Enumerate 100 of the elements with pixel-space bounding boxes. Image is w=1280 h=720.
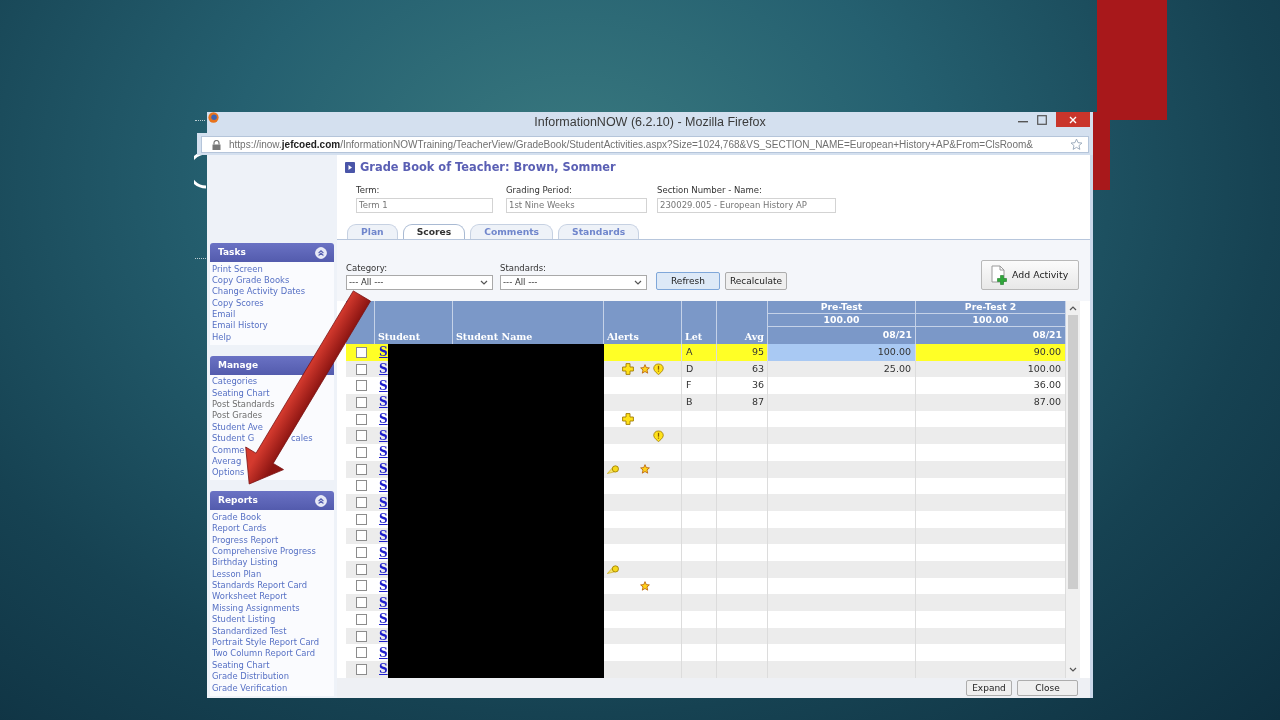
row-checkbox[interactable]	[356, 363, 367, 375]
row-checkbox[interactable]	[356, 430, 367, 442]
sidebar-link[interactable]: Print Screen	[212, 263, 263, 274]
sidebar-link[interactable]: Copy Scores	[212, 297, 264, 308]
sidebar-link[interactable]: Missing Assignments	[212, 602, 300, 613]
row-checkbox[interactable]	[356, 346, 367, 358]
sidebar-link[interactable]: Grade Verification	[212, 682, 288, 693]
student-link[interactable]: S	[379, 528, 388, 543]
scroll-down-icon[interactable]	[1069, 667, 1077, 672]
sidebar-link[interactable]: Averag	[212, 455, 242, 466]
student-link[interactable]: S	[379, 578, 388, 593]
table-row[interactable]: B 87 87.00	[604, 394, 1066, 411]
table-row[interactable]: S	[346, 344, 388, 361]
maximize-icon[interactable]	[1037, 115, 1047, 125]
sidebar-link[interactable]: Report Cards	[212, 523, 267, 534]
collapse-icon[interactable]	[315, 246, 327, 259]
sidebar-link[interactable]: Standards Report Card	[212, 580, 308, 591]
student-link[interactable]: S	[379, 362, 388, 377]
scrollbar-thumb[interactable]	[1068, 315, 1078, 589]
bookmark-star-icon[interactable]	[1070, 138, 1083, 151]
sidebar-link[interactable]: Portrait Style Report Card	[212, 637, 320, 648]
sidebar-link[interactable]: Change Activity Dates	[212, 286, 306, 297]
row-checkbox[interactable]	[356, 446, 367, 458]
student-link[interactable]: S	[379, 495, 388, 510]
sidebar-link[interactable]: Grade Book	[212, 511, 262, 522]
table-row[interactable]: S	[346, 427, 388, 445]
sidebar-link[interactable]: Birthday Listing	[212, 557, 278, 568]
sidebar-link[interactable]: Two Column Report Card	[212, 648, 316, 659]
scroll-up-icon[interactable]	[1069, 306, 1077, 311]
row-checkbox[interactable]	[356, 580, 367, 592]
dropdown[interactable]: --- All ---	[346, 275, 493, 290]
add-activity-button[interactable]: Add Activity	[981, 260, 1079, 290]
student-link[interactable]: S	[379, 478, 388, 493]
sidebar-link[interactable]: Copy Grade Books	[212, 274, 290, 285]
student-link[interactable]: S	[379, 595, 388, 610]
student-link[interactable]: S	[379, 545, 388, 560]
student-link[interactable]: S	[379, 428, 388, 443]
student-link[interactable]: S	[379, 412, 388, 427]
scrollbar[interactable]	[1066, 301, 1080, 678]
button[interactable]: Close	[1017, 680, 1078, 696]
row-checkbox[interactable]	[356, 480, 367, 492]
sidebar-link[interactable]: Standardized Test	[212, 625, 287, 636]
student-link[interactable]: S	[379, 629, 388, 644]
row-checkbox[interactable]	[356, 647, 367, 659]
tab[interactable]: Scores	[402, 224, 466, 239]
row-checkbox[interactable]	[356, 663, 367, 675]
button[interactable]: Refresh	[656, 272, 720, 290]
sidebar-link[interactable]: cales	[291, 433, 313, 445]
row-checkbox[interactable]	[356, 513, 367, 525]
panel-toggle-icon[interactable]	[345, 162, 355, 173]
read-only-field[interactable]: Term 1	[356, 198, 493, 213]
student-link[interactable]: S	[379, 345, 388, 360]
row-checkbox[interactable]	[356, 530, 367, 542]
table-row[interactable]: S	[346, 394, 388, 411]
student-link[interactable]: S	[379, 612, 388, 627]
student-link[interactable]: S	[379, 445, 388, 460]
row-checkbox[interactable]	[356, 613, 367, 625]
student-link[interactable]: S	[379, 395, 388, 410]
sidebar-link[interactable]: Student G	[212, 433, 255, 444]
score-cell[interactable]: 100.00	[768, 344, 916, 361]
read-only-field[interactable]: 1st Nine Weeks	[506, 198, 647, 213]
address-bar[interactable]: https://inow.jefcoed.com/InformationNOWTraining/TeacherView/GradeBook/StudentActivities.aspx?Size=1024,768&VS_SECTION_NAME=European+History+AP&From=ClsRoom&	[201, 136, 1089, 153]
row-checkbox[interactable]	[356, 380, 367, 392]
row-checkbox[interactable]	[356, 497, 367, 509]
table-row[interactable]: S	[346, 594, 388, 611]
close-button[interactable]	[1056, 112, 1090, 127]
student-link[interactable]: S	[379, 662, 388, 677]
table-row[interactable]: A 95 100.00 90.00	[604, 344, 1066, 361]
student-link[interactable]: S	[379, 645, 388, 660]
sidebar-link[interactable]: Options	[212, 467, 245, 478]
sidebar-link[interactable]: Help	[212, 331, 232, 342]
row-checkbox[interactable]	[356, 563, 367, 575]
sidebar-link[interactable]: Worksheet Report	[212, 591, 287, 602]
table-row[interactable]: S	[346, 494, 388, 511]
sidebar-link[interactable]: Progress Report	[212, 534, 279, 545]
row-checkbox[interactable]	[356, 463, 367, 475]
sidebar-link[interactable]: Comme	[212, 444, 245, 455]
sidebar-link[interactable]: Student Listing	[212, 614, 276, 625]
row-checkbox[interactable]	[356, 597, 367, 609]
sidebar-link[interactable]: Student Ave	[212, 421, 263, 432]
dropdown[interactable]: --- All ---	[500, 275, 647, 290]
sidebar-link[interactable]: Lesson Plan	[212, 568, 262, 579]
student-link[interactable]: S	[379, 562, 388, 577]
sidebar-link[interactable]: Categories	[212, 376, 258, 387]
student-link[interactable]: S	[379, 378, 388, 393]
student-link[interactable]: S	[379, 462, 388, 477]
row-checkbox[interactable]	[356, 413, 367, 425]
row-checkbox[interactable]	[356, 547, 367, 559]
sidebar-link[interactable]: Seating Chart	[212, 387, 270, 398]
sidebar-link[interactable]: Comprehensive Progress	[212, 545, 316, 556]
table-row[interactable]: S	[346, 661, 388, 678]
sidebar-link[interactable]: Email	[212, 309, 236, 320]
row-checkbox[interactable]	[356, 630, 367, 642]
sidebar-link[interactable]: Email History	[212, 320, 268, 331]
row-checkbox[interactable]	[356, 396, 367, 408]
button[interactable]: Expand	[966, 680, 1012, 696]
collapse-icon[interactable]	[315, 494, 327, 507]
sidebar-link[interactable]: Grade Distribution	[212, 671, 290, 682]
read-only-field[interactable]: 230029.005 - European History AP	[657, 198, 836, 213]
button[interactable]: Recalculate	[725, 272, 787, 290]
